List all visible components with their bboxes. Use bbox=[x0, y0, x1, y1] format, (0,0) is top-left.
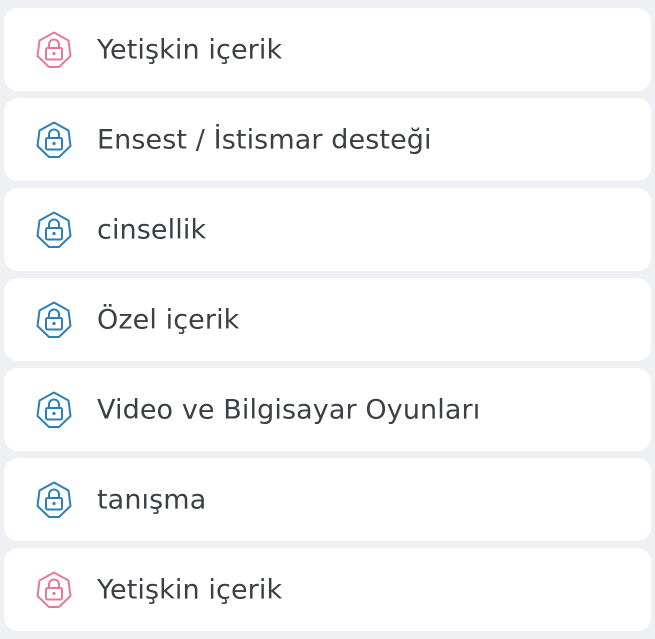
category-list: Yetişkin içerik Ensest / İstismar desteğ… bbox=[0, 0, 655, 639]
padlock-icon bbox=[34, 210, 74, 250]
category-label: tanışma bbox=[97, 484, 207, 515]
category-item-incest-abuse-support[interactable]: Ensest / İstismar desteği bbox=[4, 98, 651, 181]
category-label: Özel içerik bbox=[97, 304, 240, 335]
padlock-icon bbox=[34, 120, 74, 160]
category-label: Yetişkin içerik bbox=[97, 34, 283, 65]
category-label: cinsellik bbox=[97, 214, 207, 245]
category-item-adult-content[interactable]: Yetişkin içerik bbox=[4, 8, 651, 91]
category-item-adult-content-2[interactable]: Yetişkin içerik bbox=[4, 548, 651, 631]
padlock-icon bbox=[34, 570, 74, 610]
category-item-sexuality[interactable]: cinsellik bbox=[4, 188, 651, 271]
category-label: Yetişkin içerik bbox=[97, 574, 283, 605]
category-label: Ensest / İstismar desteği bbox=[97, 124, 432, 155]
padlock-icon bbox=[34, 480, 74, 520]
padlock-icon bbox=[34, 30, 74, 70]
category-item-dating[interactable]: tanışma bbox=[4, 458, 651, 541]
category-item-video-computer-games[interactable]: Video ve Bilgisayar Oyunları bbox=[4, 368, 651, 451]
padlock-icon bbox=[34, 390, 74, 430]
category-label: Video ve Bilgisayar Oyunları bbox=[97, 394, 481, 425]
padlock-icon bbox=[34, 300, 74, 340]
category-item-private-content[interactable]: Özel içerik bbox=[4, 278, 651, 361]
